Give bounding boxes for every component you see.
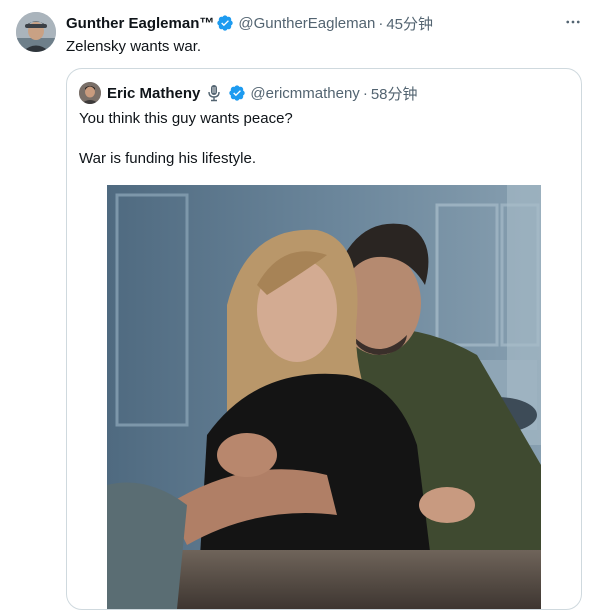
separator-dot: · bbox=[362, 84, 368, 102]
quoted-text-line: You think this guy wants peace? bbox=[79, 110, 293, 127]
author-handle[interactable]: @GuntherEagleman bbox=[238, 15, 375, 32]
tweet[interactable]: Gunther Eagleman™ @GuntherEagleman · 45分… bbox=[0, 0, 600, 610]
quoted-author-name[interactable]: Eric Matheny bbox=[107, 85, 200, 102]
verified-badge-icon bbox=[216, 14, 234, 32]
verified-badge-icon bbox=[228, 84, 246, 102]
more-options-button[interactable] bbox=[562, 13, 584, 35]
tweet-header: Gunther Eagleman™ @GuntherEagleman · 45分… bbox=[66, 13, 433, 33]
quoted-tweet-text: You think this guy wants peace? War is f… bbox=[79, 109, 569, 169]
timestamp[interactable]: 45分钟 bbox=[386, 13, 433, 34]
quoted-author-avatar[interactable] bbox=[79, 82, 101, 104]
author-avatar[interactable] bbox=[16, 12, 56, 52]
more-options-icon bbox=[564, 13, 582, 36]
microphone-icon bbox=[206, 84, 224, 102]
quoted-timestamp[interactable]: 58分钟 bbox=[371, 83, 418, 104]
separator-dot: · bbox=[378, 14, 384, 32]
quoted-author-handle[interactable]: @ericmmatheny bbox=[250, 85, 359, 102]
quoted-tweet-header: Eric Matheny @ericmmatheny · 58分钟 bbox=[107, 83, 418, 103]
quoted-text-line: War is funding his lifestyle. bbox=[79, 150, 257, 167]
tweet-text: Zelensky wants war. bbox=[66, 38, 202, 55]
author-name[interactable]: Gunther Eagleman™ bbox=[66, 15, 214, 32]
quoted-tweet[interactable]: Eric Matheny @ericmmatheny · 58分钟 You th… bbox=[66, 68, 582, 610]
quoted-tweet-photo[interactable] bbox=[107, 185, 541, 609]
